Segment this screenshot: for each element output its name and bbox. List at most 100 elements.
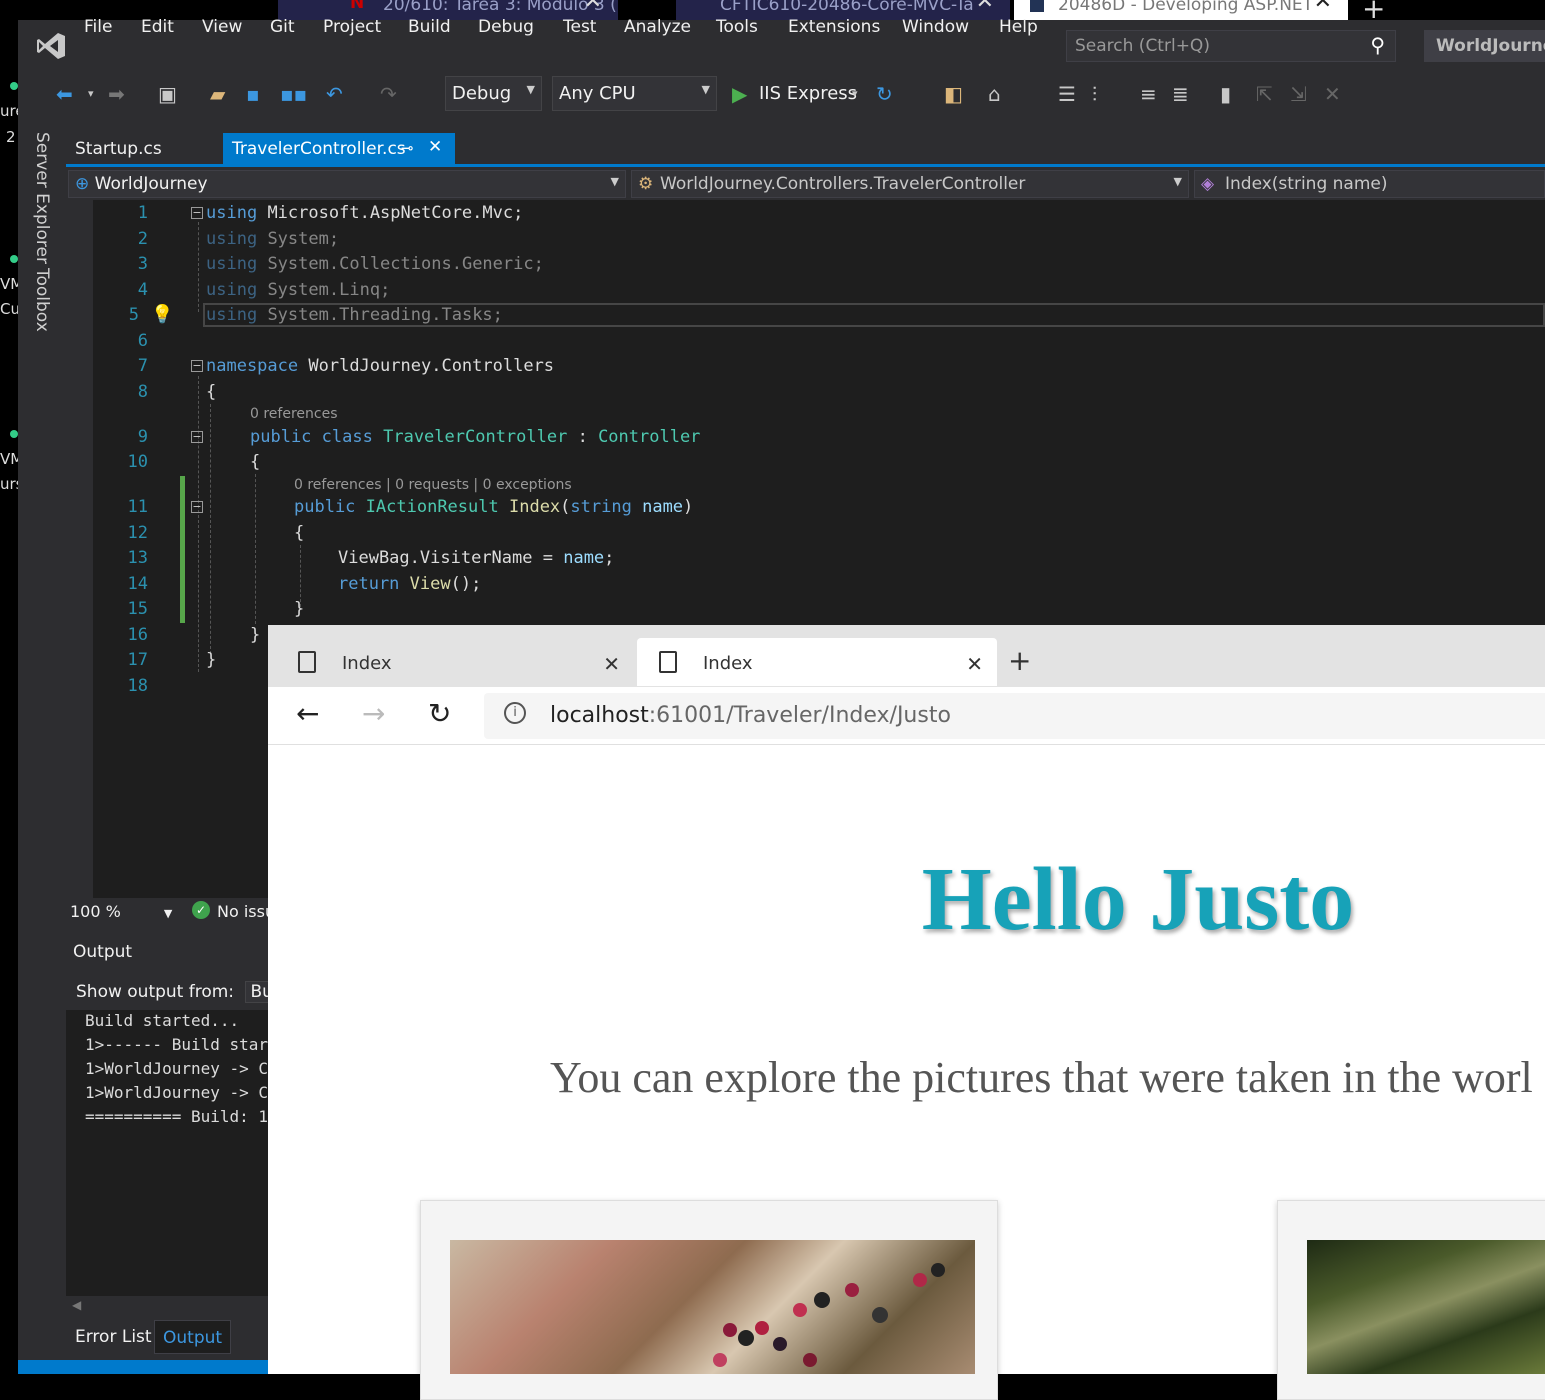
find-in-files-icon[interactable]: ◧ [944, 80, 963, 110]
menu-help[interactable]: Help [999, 17, 1038, 37]
project-dropdown[interactable]: ⊕ WorldJourney ▼ [68, 170, 626, 198]
redo-icon[interactable]: ↷ [380, 80, 397, 110]
info-icon[interactable]: i [504, 702, 526, 724]
tab-error-list[interactable]: Error List [75, 1327, 152, 1347]
menu-edit[interactable]: Edit [141, 17, 174, 37]
uncomment-icon[interactable]: ≣ [1172, 80, 1189, 110]
clear-bookmarks-icon[interactable]: ✕ [1324, 80, 1341, 110]
member-dropdown[interactable]: ◈ Index(string name) [1194, 170, 1545, 198]
dropdown-arrow-icon[interactable]: ▾ [852, 80, 858, 110]
pin-icon[interactable]: ⊸ [401, 139, 414, 157]
type-dropdown[interactable]: ⚙ WorldJourney.Controllers.TravelerContr… [631, 170, 1189, 198]
prev-bookmark-icon[interactable]: ⇱ [1256, 80, 1273, 110]
horizontal-scrollbar[interactable] [66, 1296, 268, 1318]
undo-icon[interactable]: ↶ [326, 80, 343, 110]
tab-startup-cs[interactable]: Startup.cs [66, 133, 223, 165]
menu-git[interactable]: Git [270, 17, 295, 37]
close-icon[interactable]: ✕ [976, 0, 994, 13]
code-line[interactable]: ViewBag.VisiterName = name; [338, 548, 614, 568]
solution-configuration-select[interactable]: Debug ▼ [445, 76, 542, 111]
save-all-icon[interactable]: ▪▪ [280, 80, 307, 110]
scroll-left-icon[interactable]: ◀ [72, 1298, 81, 1312]
menu-test[interactable]: Test [563, 17, 596, 37]
collapse-icon[interactable]: − [191, 360, 203, 372]
refresh-icon[interactable]: ↻ [428, 697, 451, 730]
code-line[interactable]: } [294, 599, 304, 619]
menu-view[interactable]: View [202, 17, 242, 37]
zoom-select[interactable]: 100 % ▼ [70, 902, 172, 921]
refresh-icon[interactable]: ↻ [876, 80, 893, 110]
code-line[interactable]: using System.Collections.Generic; [206, 254, 544, 274]
code-line[interactable]: } [250, 625, 260, 645]
code-line[interactable]: public IActionResult Index(string name) [294, 497, 693, 517]
next-bookmark-icon[interactable]: ⇲ [1290, 80, 1307, 110]
forward-icon[interactable]: → [362, 697, 385, 730]
close-icon[interactable]: ✕ [966, 652, 983, 676]
code-line[interactable]: public class TravelerController : Contro… [250, 427, 700, 447]
collapse-icon[interactable]: − [191, 501, 203, 513]
editor-gutter [66, 200, 93, 900]
code-line[interactable]: return View(); [338, 574, 481, 594]
back-icon[interactable]: ← [296, 697, 319, 730]
collapse-icon[interactable]: − [191, 431, 203, 443]
lightbulb-icon[interactable]: 💡 [151, 304, 173, 325]
codelens-references[interactable]: 0 references [250, 406, 338, 422]
tree-photo[interactable] [1307, 1240, 1545, 1374]
menu-build[interactable]: Build [408, 17, 451, 37]
code-line[interactable]: using System.Threading.Tasks; [206, 305, 503, 325]
code-line[interactable]: { [250, 452, 260, 472]
run-button[interactable]: IIS Express [759, 80, 857, 110]
code-line[interactable]: { [206, 382, 216, 402]
menu-file[interactable]: File [84, 17, 112, 37]
code-line[interactable]: { [294, 523, 304, 543]
browser-tab-active[interactable]: 20486D - Developing ASP.NET ✕ [1014, 0, 1348, 20]
output-source-select[interactable]: Bui [245, 981, 268, 1003]
close-icon[interactable]: ✕ [1314, 0, 1332, 13]
browser-link-icon[interactable]: ⌂ [988, 80, 1001, 110]
code-line[interactable]: using Microsoft.AspNetCore.Mvc; [206, 203, 523, 223]
menu-analyze[interactable]: Analyze [624, 17, 691, 37]
open-folder-icon[interactable]: ▰ [210, 80, 225, 110]
menu-tools[interactable]: Tools [716, 17, 758, 37]
menu-extensions[interactable]: Extensions [788, 17, 880, 37]
new-item-icon[interactable]: ▣ [158, 80, 177, 110]
close-icon[interactable]: ✕ [428, 137, 442, 157]
url-input[interactable]: i localhost:61001/Traveler/Index/Justo [484, 693, 1545, 739]
play-icon[interactable]: ▶ [732, 80, 747, 110]
show-output-from-label: Show output from: [76, 982, 235, 1002]
menu-debug[interactable]: Debug [478, 17, 534, 37]
solution-platform-select[interactable]: Any CPU ▼ [552, 76, 717, 111]
dropdown-arrow-icon[interactable]: ▾ [88, 80, 94, 110]
browser-tab-index-active[interactable]: Index ✕ [637, 638, 997, 686]
comment-icon[interactable]: ≡ [1140, 80, 1157, 110]
menu-project[interactable]: Project [323, 17, 381, 37]
desktop-icon[interactable] [10, 430, 18, 438]
server-explorer-tab[interactable]: Server Explorer [32, 132, 52, 264]
desktop-icon[interactable] [10, 255, 18, 263]
back-icon[interactable]: ⬅ [56, 80, 73, 110]
close-icon[interactable]: ✕ [584, 0, 602, 13]
close-icon[interactable]: ✕ [603, 652, 620, 676]
tab-output[interactable]: Output [154, 1320, 232, 1354]
forward-icon[interactable]: ➡ [108, 80, 125, 110]
code-line[interactable]: using System; [206, 229, 339, 249]
tab-travelercontroller-cs[interactable]: TravelerController.cs ⊸ ✕ [223, 133, 455, 165]
toolbox-tab[interactable]: Toolbox [32, 268, 52, 332]
save-icon[interactable]: ▪ [246, 80, 260, 110]
line-number: 14 [127, 574, 148, 594]
browser-tab-index[interactable]: Index ✕ [276, 638, 634, 686]
collapse-icon[interactable]: − [191, 207, 203, 219]
menu-window[interactable]: Window [902, 17, 969, 37]
step-icon[interactable]: ☰ [1058, 80, 1076, 110]
blackberries-photo[interactable] [450, 1240, 975, 1374]
issues-status[interactable]: No issu [217, 902, 269, 921]
bookmark-icon[interactable]: ▮ [1220, 80, 1231, 110]
format-icon[interactable]: ⫶ [1092, 80, 1097, 110]
codelens-method-info[interactable]: 0 references | 0 requests | 0 exceptions [294, 477, 572, 493]
search-input[interactable]: Search (Ctrl+Q) ⚲ [1066, 30, 1396, 62]
code-line[interactable]: namespace WorldJourney.Controllers [206, 356, 554, 376]
code-line[interactable]: } [206, 650, 216, 670]
new-tab-icon[interactable]: + [1008, 644, 1031, 677]
desktop-icon[interactable] [10, 82, 18, 90]
code-line[interactable]: using System.Linq; [206, 280, 390, 300]
